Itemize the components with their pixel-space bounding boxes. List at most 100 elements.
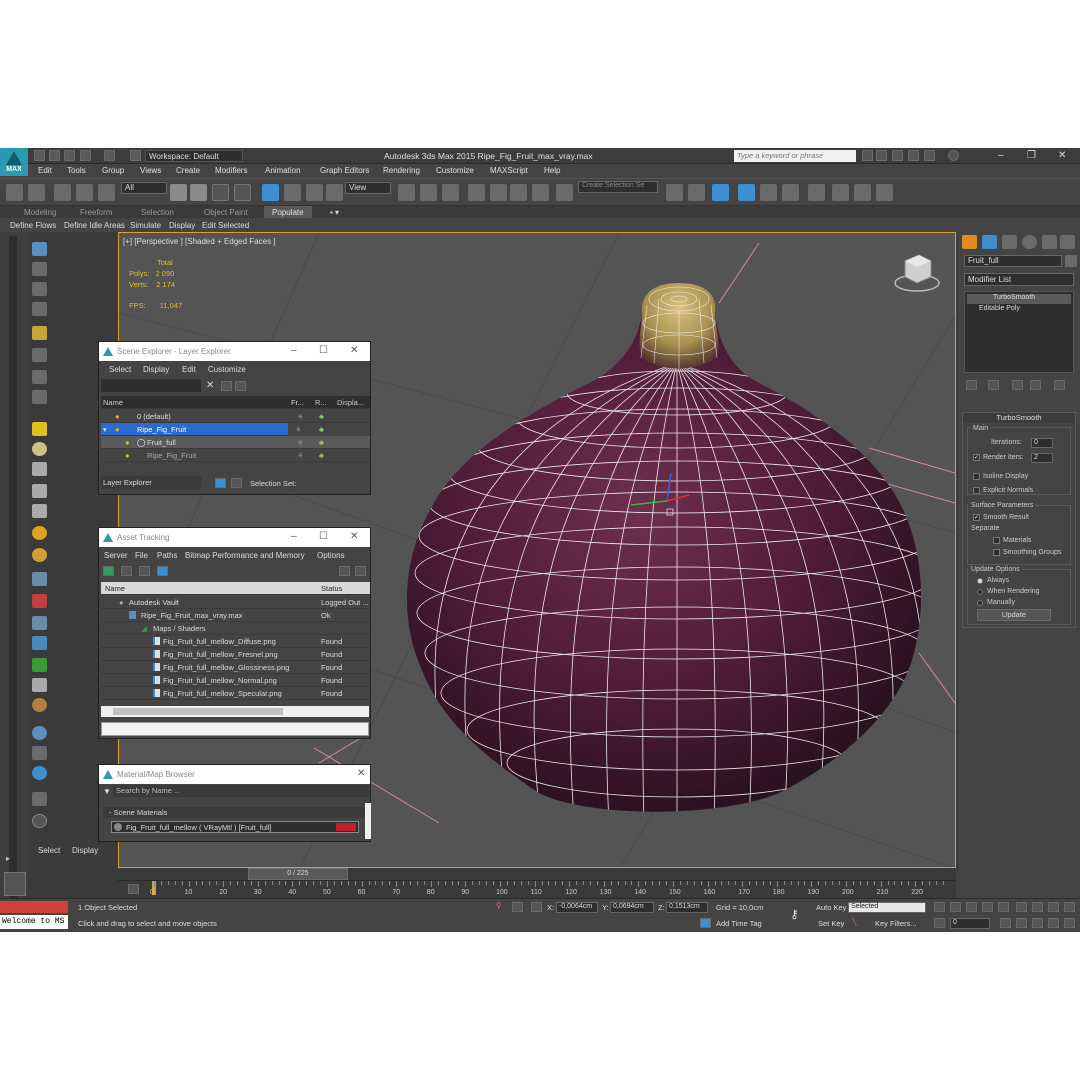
menu-tools[interactable]: Tools	[67, 166, 86, 175]
asset-row-glossiness[interactable]: Fig_Fruit_full_mellow_Glossiness.png Fou…	[101, 661, 370, 674]
named-selection-set-dropdown[interactable]: Create Selection Se	[578, 181, 658, 193]
orbit-icon[interactable]	[1048, 918, 1059, 928]
viewcube-icon[interactable]	[894, 254, 940, 292]
expand-panel-icon[interactable]: ▸	[6, 854, 22, 864]
asset-row-specular[interactable]: Fig_Fruit_full_mellow_Specular.png Found	[101, 687, 370, 700]
configure-modifier-sets-icon[interactable]	[1054, 380, 1065, 390]
menu-bitmap-performance[interactable]: Bitmap Performance and Memory	[185, 551, 305, 560]
utilities-tab-icon[interactable]	[1060, 235, 1075, 249]
sun-icon[interactable]	[32, 526, 47, 540]
menu-maxscript[interactable]: MAXScript	[490, 166, 528, 175]
save-file-icon[interactable]	[64, 150, 75, 161]
display-label[interactable]: Display	[72, 846, 98, 855]
vertical-scrollbar[interactable]	[365, 803, 371, 839]
pan-icon[interactable]	[1032, 918, 1043, 928]
align-icon[interactable]	[688, 184, 705, 201]
isolate-selection-icon[interactable]: ⚲	[496, 901, 502, 910]
menu-create[interactable]: Create	[176, 166, 200, 175]
select-and-scale-icon[interactable]	[306, 184, 323, 201]
layer-row-ripe-fig[interactable]: ▾ ● Ripe_Fig_Fruit	[101, 423, 288, 436]
clear-find-icon[interactable]: ✕	[206, 380, 214, 391]
toggle-layer-explorer-icon[interactable]	[738, 184, 755, 201]
undo-icon[interactable]	[6, 184, 23, 201]
x-coordinate-field[interactable]: -0,0064cm	[556, 902, 598, 913]
minimize-icon[interactable]: –	[998, 150, 1004, 161]
menu-views[interactable]: Views	[140, 166, 161, 175]
render-iters-spinner[interactable]: 2	[1031, 453, 1053, 463]
layers-icon[interactable]	[32, 792, 47, 806]
layer-toggle-icon[interactable]	[215, 478, 226, 488]
menu-paths[interactable]: Paths	[157, 551, 177, 560]
edit-selected-button[interactable]: Edit Selected	[202, 221, 249, 230]
menu-options[interactable]: Options	[317, 551, 345, 560]
menu-customize[interactable]: Customize	[208, 365, 246, 374]
highlight-icon[interactable]	[355, 566, 366, 576]
toggle-scene-explorer-icon[interactable]	[712, 184, 729, 201]
tab-object-paint[interactable]: Object Paint	[204, 208, 248, 217]
maximize-icon[interactable]: ☐	[319, 345, 328, 356]
menu-animation[interactable]: Animation	[265, 166, 301, 175]
asset-row-normal[interactable]: Fig_Fruit_full_mellow_Normal.png Found	[101, 674, 370, 687]
path-field[interactable]	[101, 722, 369, 736]
redo-icon[interactable]	[104, 150, 115, 161]
render-setup-icon[interactable]	[854, 184, 871, 201]
track-bar[interactable]: 0 10 20 30 40 50 60 70 80 90 100 110 120 130 140 150 160…	[118, 880, 956, 898]
material-editor-icon[interactable]	[832, 184, 849, 201]
place-icon[interactable]	[326, 184, 343, 201]
select-object-icon[interactable]	[170, 184, 187, 201]
make-unique-icon[interactable]	[1012, 380, 1023, 390]
object-color-swatch[interactable]	[1065, 255, 1077, 267]
menu-edit[interactable]: Edit	[182, 365, 196, 374]
egg-icon[interactable]	[32, 442, 47, 456]
material-browser-titlebar[interactable]: Material/Map Browser ✕	[99, 765, 370, 784]
render-frame-icon[interactable]	[876, 184, 893, 201]
ring-icon[interactable]	[32, 548, 47, 562]
menu-graph-editors[interactable]: Graph Editors	[320, 166, 369, 175]
plant-icon[interactable]	[32, 658, 47, 672]
display-tab-icon[interactable]	[1042, 235, 1057, 249]
spinner-snap-icon[interactable]	[532, 184, 549, 201]
set-key-filters-icon[interactable]: ╲	[852, 917, 857, 926]
layer-options-icon[interactable]	[221, 381, 232, 391]
zoom-all-icon[interactable]	[1032, 902, 1043, 912]
schematic-view-icon[interactable]	[808, 184, 825, 201]
z-coordinate-field[interactable]: 0,1513cm	[666, 902, 708, 913]
hair-icon[interactable]	[32, 678, 47, 692]
display-button[interactable]: Display	[169, 221, 195, 230]
drop-icon[interactable]	[32, 636, 47, 650]
scene-explorer-titlebar[interactable]: Scene Explorer - Layer Explorer – ☐ ✕	[99, 342, 370, 361]
box-icon[interactable]	[32, 262, 47, 276]
current-frame-field[interactable]: 0	[950, 918, 990, 929]
go-to-start-icon[interactable]	[934, 902, 945, 912]
y-coordinate-field[interactable]: 0,0694cm	[610, 902, 654, 913]
col-render[interactable]: R...	[315, 398, 327, 407]
zoom-icon[interactable]	[1016, 902, 1027, 912]
torus-icon[interactable]	[32, 462, 47, 476]
minimize-icon[interactable]: –	[291, 531, 297, 542]
window-crossing-icon[interactable]	[234, 184, 251, 201]
particles-icon[interactable]	[32, 572, 47, 586]
simulate-button[interactable]: Simulate	[130, 221, 161, 230]
reference-coordinate-dropdown[interactable]: View	[345, 182, 391, 194]
asset-row-maps-shaders[interactable]: ◢ Maps / Shaders	[101, 622, 370, 635]
maximize-icon[interactable]: ❐	[1027, 150, 1036, 161]
key-icon[interactable]: ⚷	[790, 907, 799, 921]
lightbulb-icon[interactable]: ●	[115, 412, 120, 421]
maxscript-mini-listener[interactable]: Welcome to MS	[0, 915, 68, 929]
mirror-icon[interactable]	[666, 184, 683, 201]
tab-modeling[interactable]: Modeling	[24, 208, 56, 217]
film-icon[interactable]	[32, 390, 47, 404]
stack-item-editable-poly[interactable]: Editable Poly	[967, 305, 1071, 315]
help-icon[interactable]	[948, 150, 959, 161]
absolute-mode-icon[interactable]	[531, 902, 542, 912]
helper-icon[interactable]	[32, 370, 47, 384]
keyword-search-input[interactable]: Type a keyword or phrase	[734, 150, 856, 162]
asset-row-vault[interactable]: ● Autodesk Vault Logged Out ...	[101, 596, 370, 609]
expand-icon[interactable]: ▾	[103, 425, 107, 434]
motion-tab-icon[interactable]	[1022, 235, 1037, 249]
menu-display[interactable]: Display	[143, 365, 169, 374]
asset-tracking-titlebar[interactable]: Asset Tracking – ☐ ✕	[99, 528, 370, 547]
freeze-icon[interactable]: ✳	[295, 425, 301, 434]
col-name[interactable]: Name	[105, 584, 125, 593]
time-tag-icon[interactable]	[700, 918, 711, 928]
